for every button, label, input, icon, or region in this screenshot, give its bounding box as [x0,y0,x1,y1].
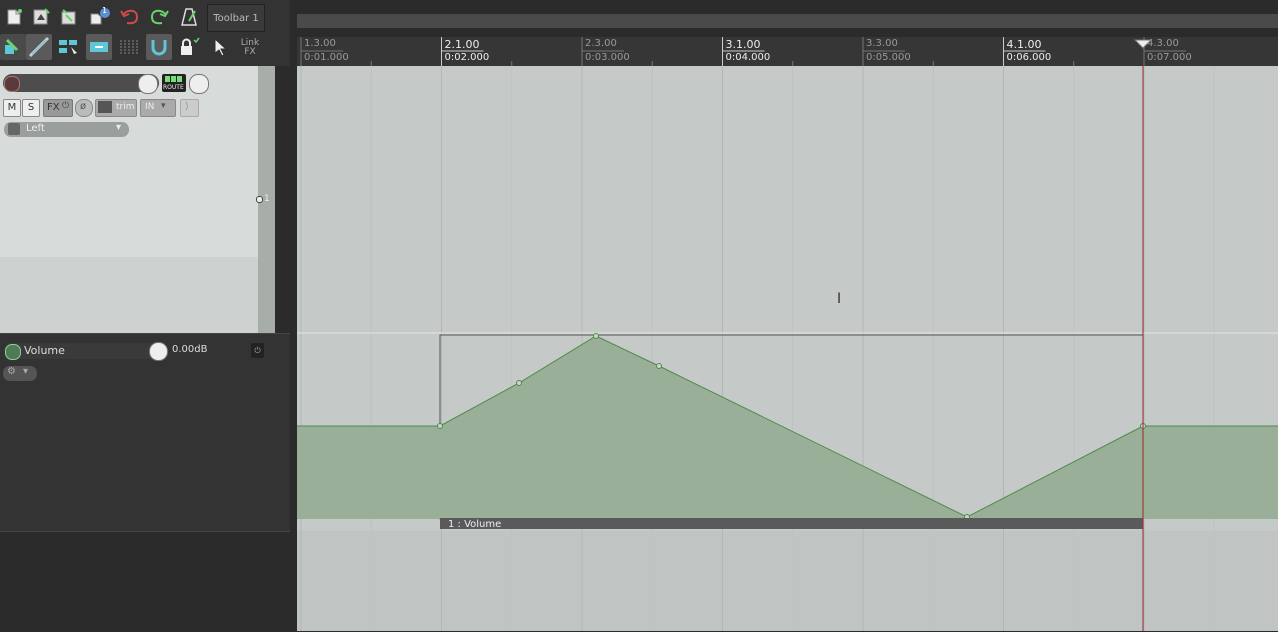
track-gap [275,66,297,333]
fx-bypass-icon: ⏻ [62,101,70,111]
text-cursor-icon: I [837,291,842,307]
timeline-ruler[interactable]: 1.3.00 0:01.000 2.1.00 0:02.000 2.3.00 0:03.0… [297,37,1278,66]
track-handle-icon[interactable] [256,196,263,203]
main-toolbar: 1 Toolbar 1 Link FX [0,0,290,66]
save-project-icon[interactable] [56,4,82,30]
route-label: ROUTE [163,84,184,91]
input-channel-select[interactable]: Left ▾ [4,122,129,137]
envelope-point[interactable] [593,333,599,339]
gear-icon: ⚙ [7,366,16,377]
ruler-measure-label: 3.1.00 [725,38,761,51]
monitor-button[interactable]: ⟩ [180,99,199,117]
empty-lane [297,531,1278,631]
item-grouping-icon[interactable] [56,34,82,60]
lock-icon[interactable] [176,34,202,60]
ruler-measure-label: 2.1.00 [444,38,480,51]
ruler-measure-label: 3.3.00 [866,38,898,49]
chevron-down-icon: ▾ [161,101,166,111]
cursor-tool-icon[interactable] [207,34,233,60]
volume-knob[interactable] [138,74,158,94]
solo-button[interactable]: S [22,99,40,117]
route-io-icon [165,76,183,82]
ruler-time-label: 0:05.000 [866,52,911,63]
envelope-panel: Volume 0.00dB ⏻ ⚙ ▾ [0,333,290,532]
link-fx-label-line2: FX [244,47,256,57]
automation-item-label: 1 : Volume [448,519,501,530]
phase-icon: ø [80,101,87,112]
undo-icon[interactable] [117,4,143,30]
timeline-scrollbar[interactable] [297,14,1278,28]
fx-label: FX [47,102,60,113]
new-project-icon[interactable] [1,4,27,30]
input-channel-icon [8,123,20,135]
envelope-bypass-icon[interactable]: ⏻ [251,343,264,358]
monitor-icon: ⟩ [185,101,189,112]
envelope-name: Volume [24,344,65,357]
empty-track-area [0,531,290,632]
chevron-down-icon: ▾ [23,366,29,377]
arrange-view[interactable]: 1 : Volume I [297,66,1278,631]
project-settings-icon[interactable]: 1 [86,4,112,30]
record-arm-button[interactable] [4,76,20,92]
track-resize-strip[interactable]: 1 [256,66,275,333]
envelope-arm-button[interactable] [5,344,21,360]
loop-points-link-icon[interactable] [146,34,172,60]
input-select-button[interactable]: IN ▾ [140,99,176,117]
input-label: IN [145,102,155,112]
grid-snap-icon[interactable] [0,34,26,60]
chevron-down-icon: ▾ [116,122,122,133]
phase-button[interactable]: ø [75,99,93,117]
envelope-value-knob[interactable] [149,342,168,361]
track-panel-lower [0,257,258,333]
ruler-time-label: 0:04.000 [725,52,771,63]
route-button[interactable]: ROUTE [162,74,186,92]
ruler-time-label: 0:07.000 [1147,52,1192,63]
open-project-icon[interactable] [28,4,54,30]
envelope-points-move-icon[interactable] [116,34,142,60]
envelope-point[interactable] [437,423,443,429]
envelope-point[interactable] [516,380,522,386]
ruler-time-label: 0:06.000 [1006,52,1052,63]
ruler-measure-label: 4.3.00 [1147,38,1179,49]
track-number: 1 [264,194,270,204]
ripple-edit-icon[interactable] [26,34,52,60]
fx-button[interactable]: FX ⏻ [43,99,73,117]
ruler-time-label: 0:02.000 [444,52,490,63]
ruler-measure-label: 2.3.00 [585,38,617,49]
automation-mode-label: trim [116,102,135,112]
ruler-time-label: 0:01.000 [304,52,349,63]
volume-fader-track[interactable] [3,74,159,92]
ruler-measure-label: 4.1.00 [1006,38,1042,51]
ruler-time-label: 0:03.000 [585,52,630,63]
automation-item-label-bar[interactable] [440,518,1143,529]
envelope-options-button[interactable]: ⚙ ▾ [3,366,37,381]
metronome-icon[interactable] [176,4,202,30]
envelope-icon [98,101,112,113]
auto-crossfade-icon[interactable] [86,34,112,60]
link-fx-button[interactable]: Link FX [236,34,264,62]
ruler-measure-label: 1.3.00 [304,38,336,49]
mute-button[interactable]: M [3,99,21,117]
arrange-canvas: 1 : Volume [297,66,1278,631]
track-lane [297,66,1278,333]
redo-icon[interactable] [146,4,172,30]
toolbar-name-button[interactable]: Toolbar 1 [207,4,265,32]
input-channel-label: Left [26,123,45,134]
project-count-badge: 1 [102,6,108,15]
envelope-point[interactable] [656,363,662,369]
pan-knob[interactable] [189,74,209,94]
envelope-value: 0.00dB [172,344,208,355]
automation-mode-button[interactable]: trim [95,99,137,117]
